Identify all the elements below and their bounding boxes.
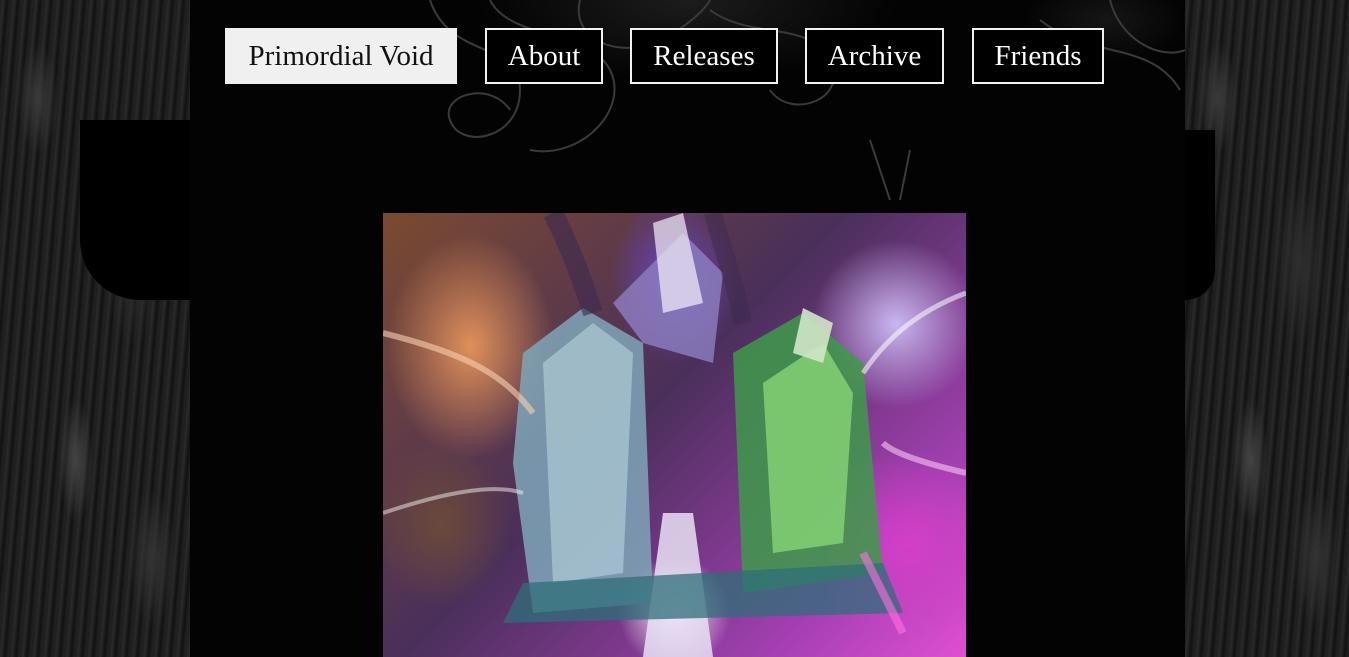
background-shadow [80, 120, 190, 300]
background-texture-left [0, 0, 190, 657]
nav-item-about[interactable]: About [485, 28, 603, 84]
nav-item-home[interactable]: Primordial Void [225, 28, 457, 84]
nav-item-friends[interactable]: Friends [972, 28, 1104, 84]
video-artwork [383, 213, 966, 657]
background-shadow [1185, 130, 1215, 300]
background-texture-right [1185, 0, 1349, 657]
nav-item-archive[interactable]: Archive [805, 28, 944, 84]
main-nav: Primordial Void About Releases Archive F… [0, 28, 1349, 84]
featured-video[interactable] [383, 213, 966, 657]
nav-item-releases[interactable]: Releases [630, 28, 778, 84]
